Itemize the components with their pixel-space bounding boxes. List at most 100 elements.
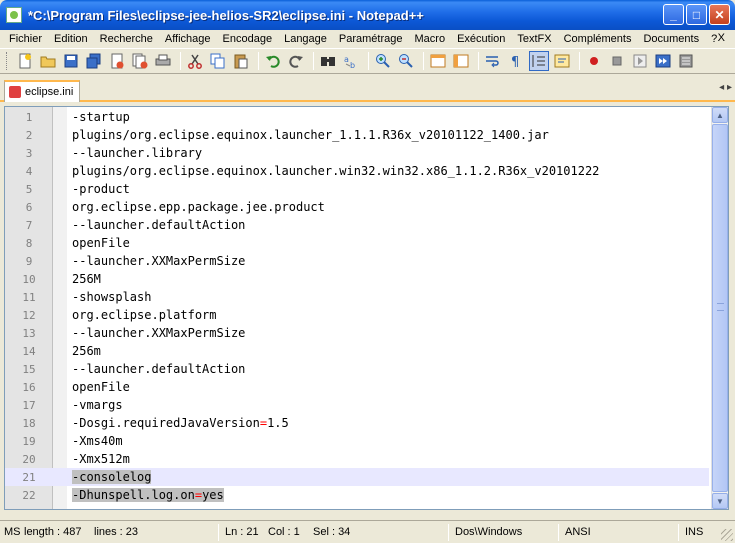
editor-line[interactable]: 14 256m [5,342,709,360]
editor-line-current[interactable]: 21 -consolelog [5,468,709,486]
menu-langage[interactable]: Langage [278,33,333,45]
replace-icon[interactable]: ab [341,51,361,71]
line-text[interactable]: --launcher.defaultAction [72,362,245,376]
tab-eclipse-ini[interactable]: eclipse.ini [4,80,81,102]
line-text[interactable]: plugins/org.eclipse.equinox.launcher.win… [72,164,599,178]
menu-fichier[interactable]: Fichier [3,33,48,45]
menu-recherche[interactable]: Recherche [94,33,159,45]
show-all-chars-icon[interactable]: ¶ [506,51,526,71]
close-all-icon[interactable] [130,51,150,71]
editor-lines[interactable]: 1 -startup 2 plugins/org.eclipse.equinox.l… [5,108,709,504]
open-file-icon[interactable] [38,51,58,71]
editor-line[interactable]: 6 org.eclipse.epp.package.jee.product [5,198,709,216]
copy-icon[interactable] [208,51,228,71]
editor-line[interactable]: 18 -Dosgi.requiredJavaVersion=1.5 [5,414,709,432]
editor-line[interactable]: 15 --launcher.defaultAction [5,360,709,378]
save-all-icon[interactable] [84,51,104,71]
scroll-down-button[interactable]: ▼ [712,493,728,509]
editor-line[interactable]: 12 org.eclipse.platform [5,306,709,324]
line-text[interactable]: org.eclipse.platform [72,308,217,322]
resize-grip[interactable] [721,529,733,541]
editor-line[interactable]: 4 plugins/org.eclipse.equinox.launcher.wi… [5,162,709,180]
menu-edition[interactable]: Edition [48,33,94,45]
print-icon[interactable] [153,51,173,71]
line-text[interactable]: 256m [72,344,101,358]
text-editor[interactable]: 1 -startup 2 plugins/org.eclipse.equinox.l… [4,106,729,510]
line-text[interactable]: -vmargs [72,398,123,412]
sync-h-icon[interactable] [451,51,471,71]
line-text[interactable]: -startup [72,110,130,124]
record-macro-icon[interactable] [584,51,604,71]
sync-v-icon[interactable] [428,51,448,71]
editor-line[interactable]: 5 -product [5,180,709,198]
close-button[interactable]: ✕ [709,4,730,25]
editor-line[interactable]: 1 -startup [5,108,709,126]
cut-icon[interactable] [185,51,205,71]
scroll-up-button[interactable]: ▲ [712,107,728,123]
line-text[interactable]: -product [72,182,130,196]
indent-guide-icon[interactable] [529,51,549,71]
menu-complements[interactable]: Compléments [558,33,638,45]
editor-line[interactable]: 10 256M [5,270,709,288]
save-icon[interactable] [61,51,81,71]
menu-affichage[interactable]: Affichage [159,33,217,45]
line-text[interactable]: --launcher.library [72,146,202,160]
editor-line[interactable]: 19 -Xms40m [5,432,709,450]
editor-line[interactable]: 3 --launcher.library [5,144,709,162]
paste-icon[interactable] [231,51,251,71]
redo-icon[interactable] [286,51,306,71]
find-icon[interactable] [318,51,338,71]
minimize-button[interactable]: _ [663,4,684,25]
editor-line[interactable]: 7 --launcher.defaultAction [5,216,709,234]
tab-scroll-arrows[interactable]: ◂ ▸ [719,82,732,93]
play-macro-icon[interactable] [630,51,650,71]
editor-line[interactable]: 17 -vmargs [5,396,709,414]
menu-execution[interactable]: Exécution [451,33,511,45]
line-text[interactable]: --launcher.XXMaxPermSize [72,326,245,340]
run-macro-multiple-icon[interactable] [653,51,673,71]
menu-documents[interactable]: Documents [637,33,705,45]
line-number: 15 [22,362,36,376]
line-text[interactable]: plugins/org.eclipse.equinox.launcher_1.1… [72,128,549,142]
title-bar[interactable]: *C:\Program Files\eclipse-jee-helios-SR2… [0,0,735,30]
menu-parametrage[interactable]: Paramétrage [333,33,409,45]
line-text[interactable]: openFile [72,236,130,250]
menu-textfx[interactable]: TextFX [511,33,557,45]
new-file-icon[interactable] [15,51,35,71]
stop-macro-icon[interactable] [607,51,627,71]
user-lang-icon[interactable] [552,51,572,71]
operator-token: = [194,488,203,502]
editor-line[interactable]: 2 plugins/org.eclipse.equinox.launcher_1.… [5,126,709,144]
menu-macro[interactable]: Macro [409,33,452,45]
line-text[interactable]: -Xms40m [72,434,123,448]
scrollbar-thumb[interactable] [712,124,728,492]
editor-line[interactable]: 9 --launcher.XXMaxPermSize [5,252,709,270]
line-text[interactable]: -showsplash [72,290,151,304]
word-wrap-icon[interactable] [483,51,503,71]
editor-line[interactable]: 11 -showsplash [5,288,709,306]
toolbar-grip[interactable] [6,52,9,70]
close-icon[interactable] [107,51,127,71]
save-macro-icon[interactable] [676,51,696,71]
zoom-in-icon[interactable] [373,51,393,71]
line-text[interactable]: openFile [72,380,130,394]
undo-icon[interactable] [263,51,283,71]
close-document-button[interactable]: X [718,32,725,44]
line-text[interactable]: --launcher.XXMaxPermSize [72,254,245,268]
line-text[interactable]: org.eclipse.epp.package.jee.product [72,200,325,214]
editor-line[interactable]: 13 --launcher.XXMaxPermSize [5,324,709,342]
line-text[interactable]: -Dosgi.requiredJavaVersion=1.5 [72,416,289,430]
line-text[interactable]: --launcher.defaultAction [72,218,245,232]
line-text[interactable]: -Xmx512m [72,452,130,466]
editor-line[interactable]: 16 openFile [5,378,709,396]
line-text-selected[interactable]: -Dhunspell.log.on=yes [72,488,224,502]
line-text-selected[interactable]: -consolelog [72,470,152,484]
vertical-scrollbar[interactable]: ▲ ▼ [711,107,728,509]
editor-line[interactable]: 8 openFile [5,234,709,252]
maximize-button[interactable]: □ [686,4,707,25]
editor-line[interactable]: 20 -Xmx512m [5,450,709,468]
editor-line[interactable]: 22 -Dhunspell.log.on=yes [5,486,709,504]
line-text[interactable]: 256M [72,272,101,286]
zoom-out-icon[interactable] [396,51,416,71]
menu-encodage[interactable]: Encodage [217,33,279,45]
